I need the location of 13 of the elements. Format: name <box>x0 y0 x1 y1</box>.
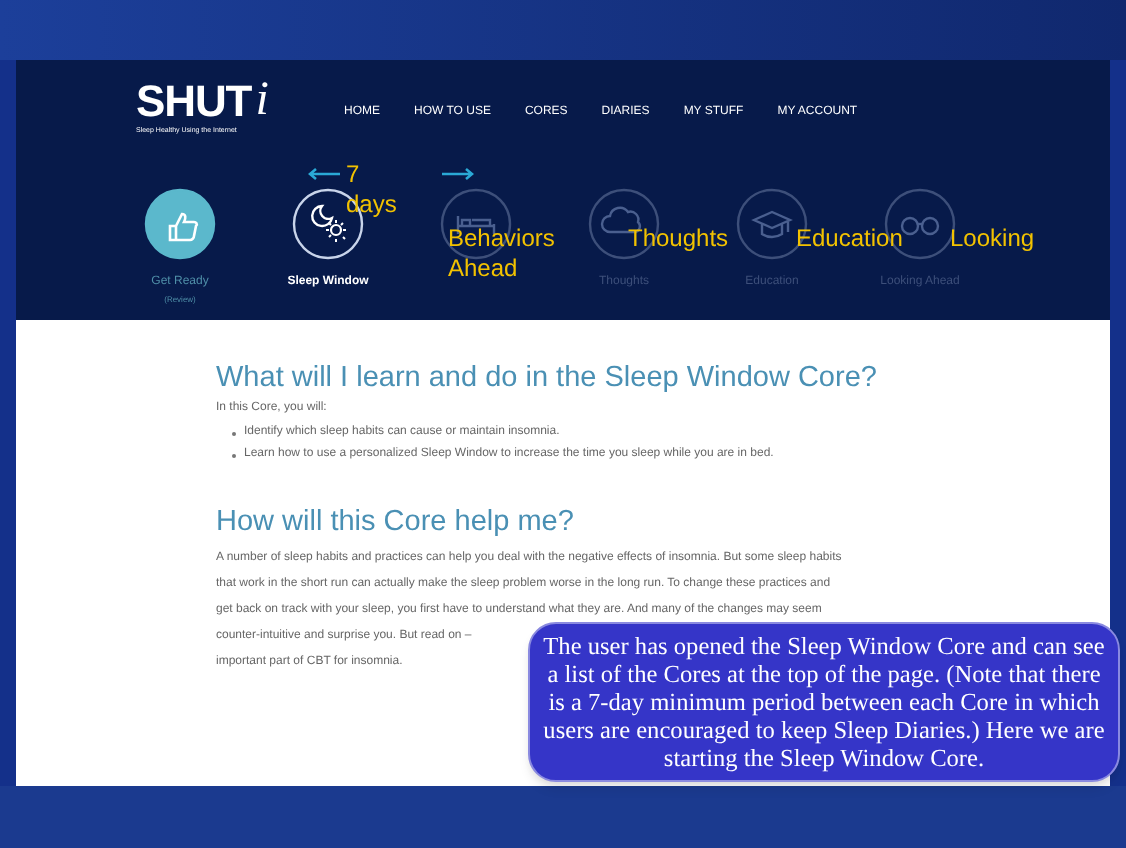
annotation-text: 7 <box>346 160 362 190</box>
left-arrow-icon <box>308 168 340 180</box>
annotation-text: Education <box>796 224 903 254</box>
section-heading: What will I learn and do in the Sleep Window Core? <box>216 360 879 396</box>
section-heading: How will this Core help me? <box>216 504 576 540</box>
right-arrow-icon <box>442 168 475 180</box>
annotation-text: Looking <box>950 224 1035 254</box>
annotation-text: Behaviors Ahead <box>448 224 557 284</box>
thumbs-up-icon[interactable] <box>144 188 216 260</box>
logo-mark[interactable]: i <box>255 76 269 124</box>
logo-text[interactable]: SHUT <box>136 80 252 124</box>
callout-note: The user has opened the Sleep Window Core and can see a list of the Cores at the top of the page. (Note that there is a 7-day minimum period between each Core in which users are encouraged to keep Sleep Diaries.) Here we are starting the Sleep Window Core. <box>528 622 1120 782</box>
annotation-text: Thoughts <box>628 224 729 254</box>
